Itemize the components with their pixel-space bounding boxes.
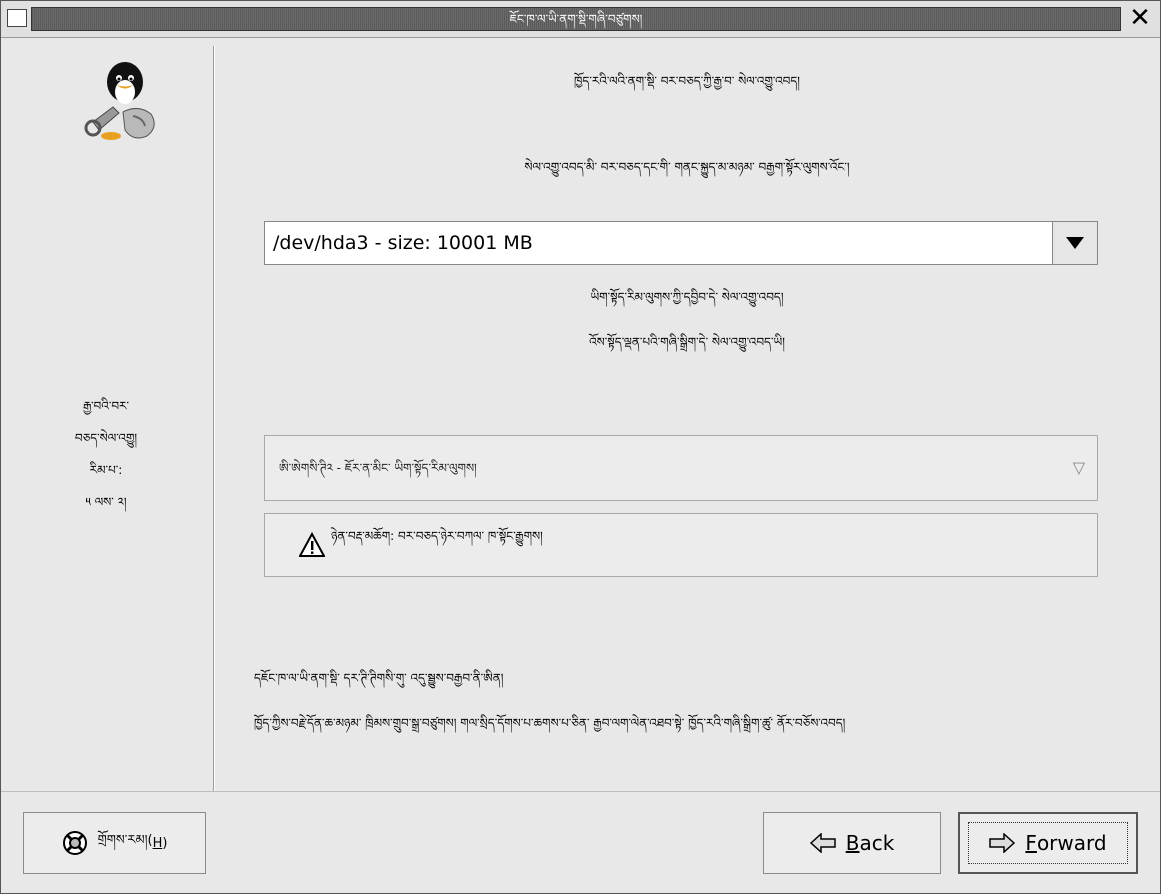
- page-subheading: སེལ་འགྱུ་འབད་མི་ བར་བཅད་དང་གི་ གནང་སྐྱུད…: [524, 160, 850, 174]
- step-line-3: རིམ་པ་:: [89, 463, 123, 477]
- button-bar: གྲོགས་རམ།(H) Back Forward: [1, 791, 1160, 894]
- filesystem-prompt: ཡིག་སྟོད་རིམ་ལུགས་ཀྱི་དབྱིབ་དེ་ སེལ་འགྱུ…: [590, 290, 784, 304]
- page-heading: ཁྱོད་རའི་ལའི་ནག་སྡི་ བར་བཅད་ཀྱི་རྒྱ་བ་ ས…: [574, 74, 800, 88]
- warning-text: ཉེན་བརྡ་མཆོག: བར་བཅད་ཉེར་བཀལ་ ཁ་སྟོང་རྒྱ…: [331, 529, 543, 543]
- back-button-label: ack: [859, 831, 895, 855]
- dropdown-arrow-icon[interactable]: [1052, 222, 1097, 264]
- back-button[interactable]: Back: [763, 812, 941, 874]
- filesystem-select[interactable]: ཨི་ཨེགསི་ཊི༢ - ཇོར་ན་མིང་ ཡིག་སྟོད་རིམ་ལ…: [264, 435, 1098, 501]
- window-menu-icon[interactable]: [7, 9, 27, 27]
- close-icon[interactable]: ✕: [1125, 4, 1155, 32]
- info-line-2: ཁྱོད་ཀྱིས་བརྗེ་དོན་ཆ་མཉམ་ ཁྲིམས་གྲུབ་སྒྲ…: [254, 716, 846, 730]
- step-line-1: རྒྱ་བའི་བར་: [82, 399, 130, 413]
- help-button-tail: ): [162, 835, 168, 851]
- help-button[interactable]: གྲོགས་རམ།(H): [23, 812, 206, 874]
- forward-button[interactable]: Forward: [958, 812, 1138, 874]
- partition-combo-value: /dev/hda3 - size: 10001 MB: [273, 232, 533, 254]
- triangle-down-icon: ▽: [1072, 458, 1085, 477]
- back-button-key: B: [845, 831, 860, 855]
- window-title: ཇོང་ཁ་ལ་ཡི་ནག་སྡི་གཞི་བཙུགས།: [31, 7, 1121, 31]
- title-bar[interactable]: ཇོང་ཁ་ལ་ཡི་ནག་སྡི་གཞི་བཙུགས། ✕: [1, 1, 1160, 38]
- step-indicator: རྒྱ་བའི་བར་ བཅད་སེལ་འགྱུ། རིམ་པ་: ༥ ལས་ …: [21, 390, 191, 518]
- settings-prompt: འོས་སྟོད་ལྡན་པའི་གཞི་སྒྲིག་དེ་ སེལ་འགྱུ་…: [589, 335, 785, 349]
- installer-window: ཇོང་ཁ་ལ་ཡི་ནག་སྡི་གཞི་བཙུགས། ✕ རྒྱ་བའི་བ…: [0, 0, 1161, 894]
- tux-mascot-icon: [84, 62, 155, 140]
- warning-icon: [299, 532, 325, 557]
- focus-ring: [968, 822, 1128, 864]
- main-content: ཁྱོད་རའི་ལའི་ནག་སྡི་ བར་བཅད་ཀྱི་རྒྱ་བ་ ས…: [214, 38, 1160, 790]
- help-button-label: གྲོགས་རམ།(: [97, 832, 153, 848]
- sidebar: རྒྱ་བའི་བར་ བཅད་སེལ་འགྱུ། རིམ་པ་: ༥ ལས་ …: [1, 38, 213, 790]
- arrow-left-icon: [809, 833, 836, 853]
- step-line-2: བཅད་སེལ་འགྱུ།: [74, 431, 138, 445]
- warning-panel: ཉེན་བརྡ་མཆོག: བར་བཅད་ཉེར་བཀལ་ ཁ་སྟོང་རྒྱ…: [264, 513, 1098, 577]
- step-line-4: ༥ ལས་ ༢།: [85, 495, 127, 509]
- info-line-1: དཇོང་ཁ་ལ་ཡི་ནག་སྡི་ དར་ཊི་ཊིགསི་གུ་ འདུ་…: [254, 671, 504, 685]
- lifebuoy-icon: [62, 830, 88, 856]
- partition-combo[interactable]: /dev/hda3 - size: 10001 MB: [264, 221, 1098, 265]
- help-button-key: H: [152, 835, 163, 851]
- filesystem-select-value: ཨི་ཨེགསི་ཊི༢ - ཇོར་ན་མིང་ ཡིག་སྟོད་རིམ་ལ…: [279, 461, 477, 475]
